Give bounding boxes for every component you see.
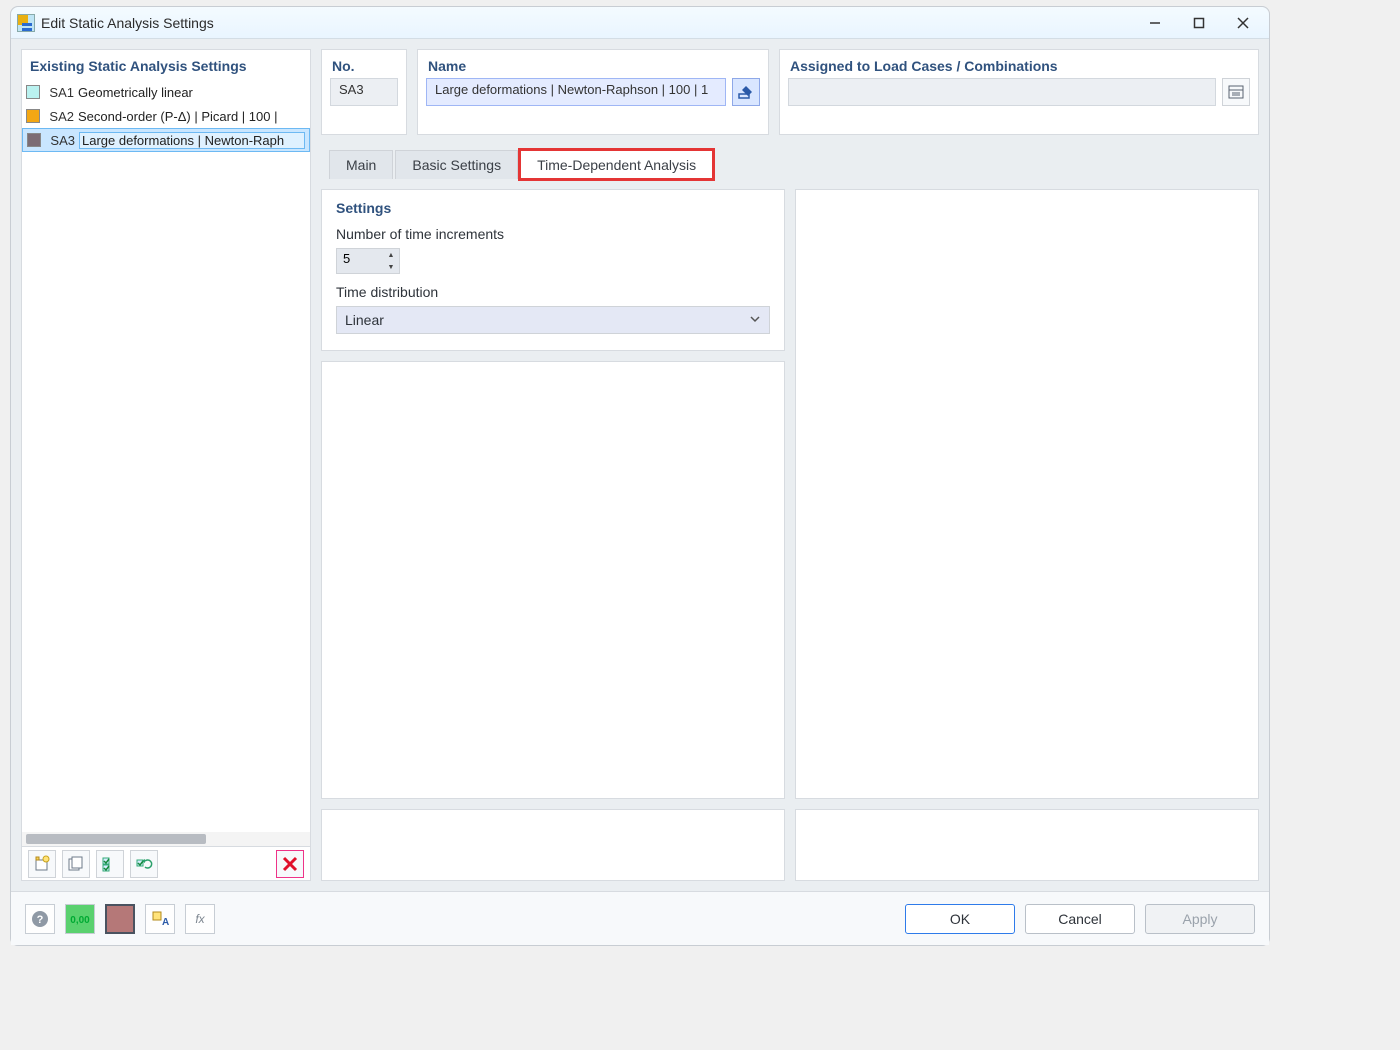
settings-list[interactable]: SA1 Geometrically linear SA2 Second-order (… [22, 80, 310, 832]
list-item-sa1[interactable]: SA1 Geometrically linear [22, 80, 310, 104]
blank-panel-left-2 [321, 809, 785, 881]
no-label: No. [322, 50, 406, 78]
new-item-button[interactable] [28, 850, 56, 878]
left-panel-header: Existing Static Analysis Settings [22, 50, 310, 80]
list-item-sa3[interactable]: SA3 Large deformations | Newton-Raph [22, 128, 310, 152]
blank-panel-right-2 [795, 809, 1259, 881]
app-icon [17, 14, 35, 32]
list-item-sa2[interactable]: SA2 Second-order (P-Δ) | Picard | 100 | [22, 104, 310, 128]
item-desc: Geometrically linear [78, 85, 306, 100]
name-panel: Name Large deformations | Newton-Raphson… [417, 49, 769, 135]
color-swatch [27, 133, 41, 147]
no-panel: No. SA3 [321, 49, 407, 135]
blank-panel-left-1 [321, 361, 785, 799]
left-panel: Existing Static Analysis Settings SA1 Geo… [21, 49, 311, 881]
name-label: Name [418, 50, 768, 78]
chevron-down-icon [749, 312, 761, 328]
item-desc: Large deformations | Newton-Raph [79, 132, 305, 149]
refresh-checks-button[interactable] [130, 850, 158, 878]
cancel-button[interactable]: Cancel [1025, 904, 1135, 934]
item-id: SA3 [45, 133, 75, 148]
blank-panel-right-1 [795, 189, 1259, 799]
left-scrollbar[interactable] [22, 832, 310, 846]
assign-panel: Assigned to Load Cases / Combinations [779, 49, 1259, 135]
spinner-arrows[interactable]: ▲▼ [383, 249, 399, 273]
color-swatch [26, 85, 40, 99]
increments-value[interactable]: 5 [337, 249, 383, 273]
titlebar: Edit Static Analysis Settings [11, 7, 1269, 39]
svg-text:fx: fx [195, 912, 205, 926]
increments-label: Number of time increments [336, 226, 770, 242]
name-field[interactable]: Large deformations | Newton-Raphson | 10… [426, 78, 726, 106]
minimize-button[interactable] [1133, 9, 1177, 37]
tab-basic-settings[interactable]: Basic Settings [395, 150, 518, 179]
settings-title: Settings [336, 200, 770, 216]
assign-label: Assigned to Load Cases / Combinations [780, 50, 1258, 78]
no-field[interactable]: SA3 [330, 78, 398, 106]
maximize-button[interactable] [1177, 9, 1221, 37]
copy-item-button[interactable] [62, 850, 90, 878]
tab-strip: MainBasic SettingsTime-Dependent Analysi… [321, 145, 1259, 179]
svg-text:?: ? [37, 914, 44, 926]
distribution-value: Linear [345, 312, 384, 328]
fx-button[interactable]: fx [185, 904, 215, 934]
distribution-label: Time distribution [336, 284, 770, 300]
edit-name-button[interactable] [732, 78, 760, 106]
increments-spinner[interactable]: 5 ▲▼ [336, 248, 400, 274]
ok-button[interactable]: OK [905, 904, 1015, 934]
tab-main[interactable]: Main [329, 150, 393, 179]
settings-panel: Settings Number of time increments 5 ▲▼ … [321, 189, 785, 351]
distribution-dropdown[interactable]: Linear [336, 306, 770, 334]
assign-field[interactable] [788, 78, 1216, 106]
item-id: SA1 [44, 85, 74, 100]
help-button[interactable]: ? [25, 904, 55, 934]
dialog-edit-static-analysis: Edit Static Analysis Settings Existing S… [10, 6, 1270, 946]
assign-picker-button[interactable] [1222, 78, 1250, 106]
svg-text:0,00: 0,00 [70, 915, 90, 926]
close-button[interactable] [1221, 9, 1265, 37]
apply-button[interactable]: Apply [1145, 904, 1255, 934]
item-desc: Second-order (P-Δ) | Picard | 100 | [78, 109, 306, 124]
left-toolbar [22, 846, 310, 880]
window-title: Edit Static Analysis Settings [41, 15, 214, 31]
text-format-button[interactable]: A [145, 904, 175, 934]
svg-text:A: A [162, 917, 169, 928]
units-button[interactable]: 0,00 [65, 904, 95, 934]
color-swatch [26, 109, 40, 123]
item-id: SA2 [44, 109, 74, 124]
dialog-footer: ? 0,00 A fx OK Cancel Apply [11, 891, 1269, 945]
tab-time-dependent-analysis[interactable]: Time-Dependent Analysis [520, 150, 713, 179]
color-button[interactable] [105, 904, 135, 934]
check-all-button[interactable] [96, 850, 124, 878]
delete-item-button[interactable] [276, 850, 304, 878]
